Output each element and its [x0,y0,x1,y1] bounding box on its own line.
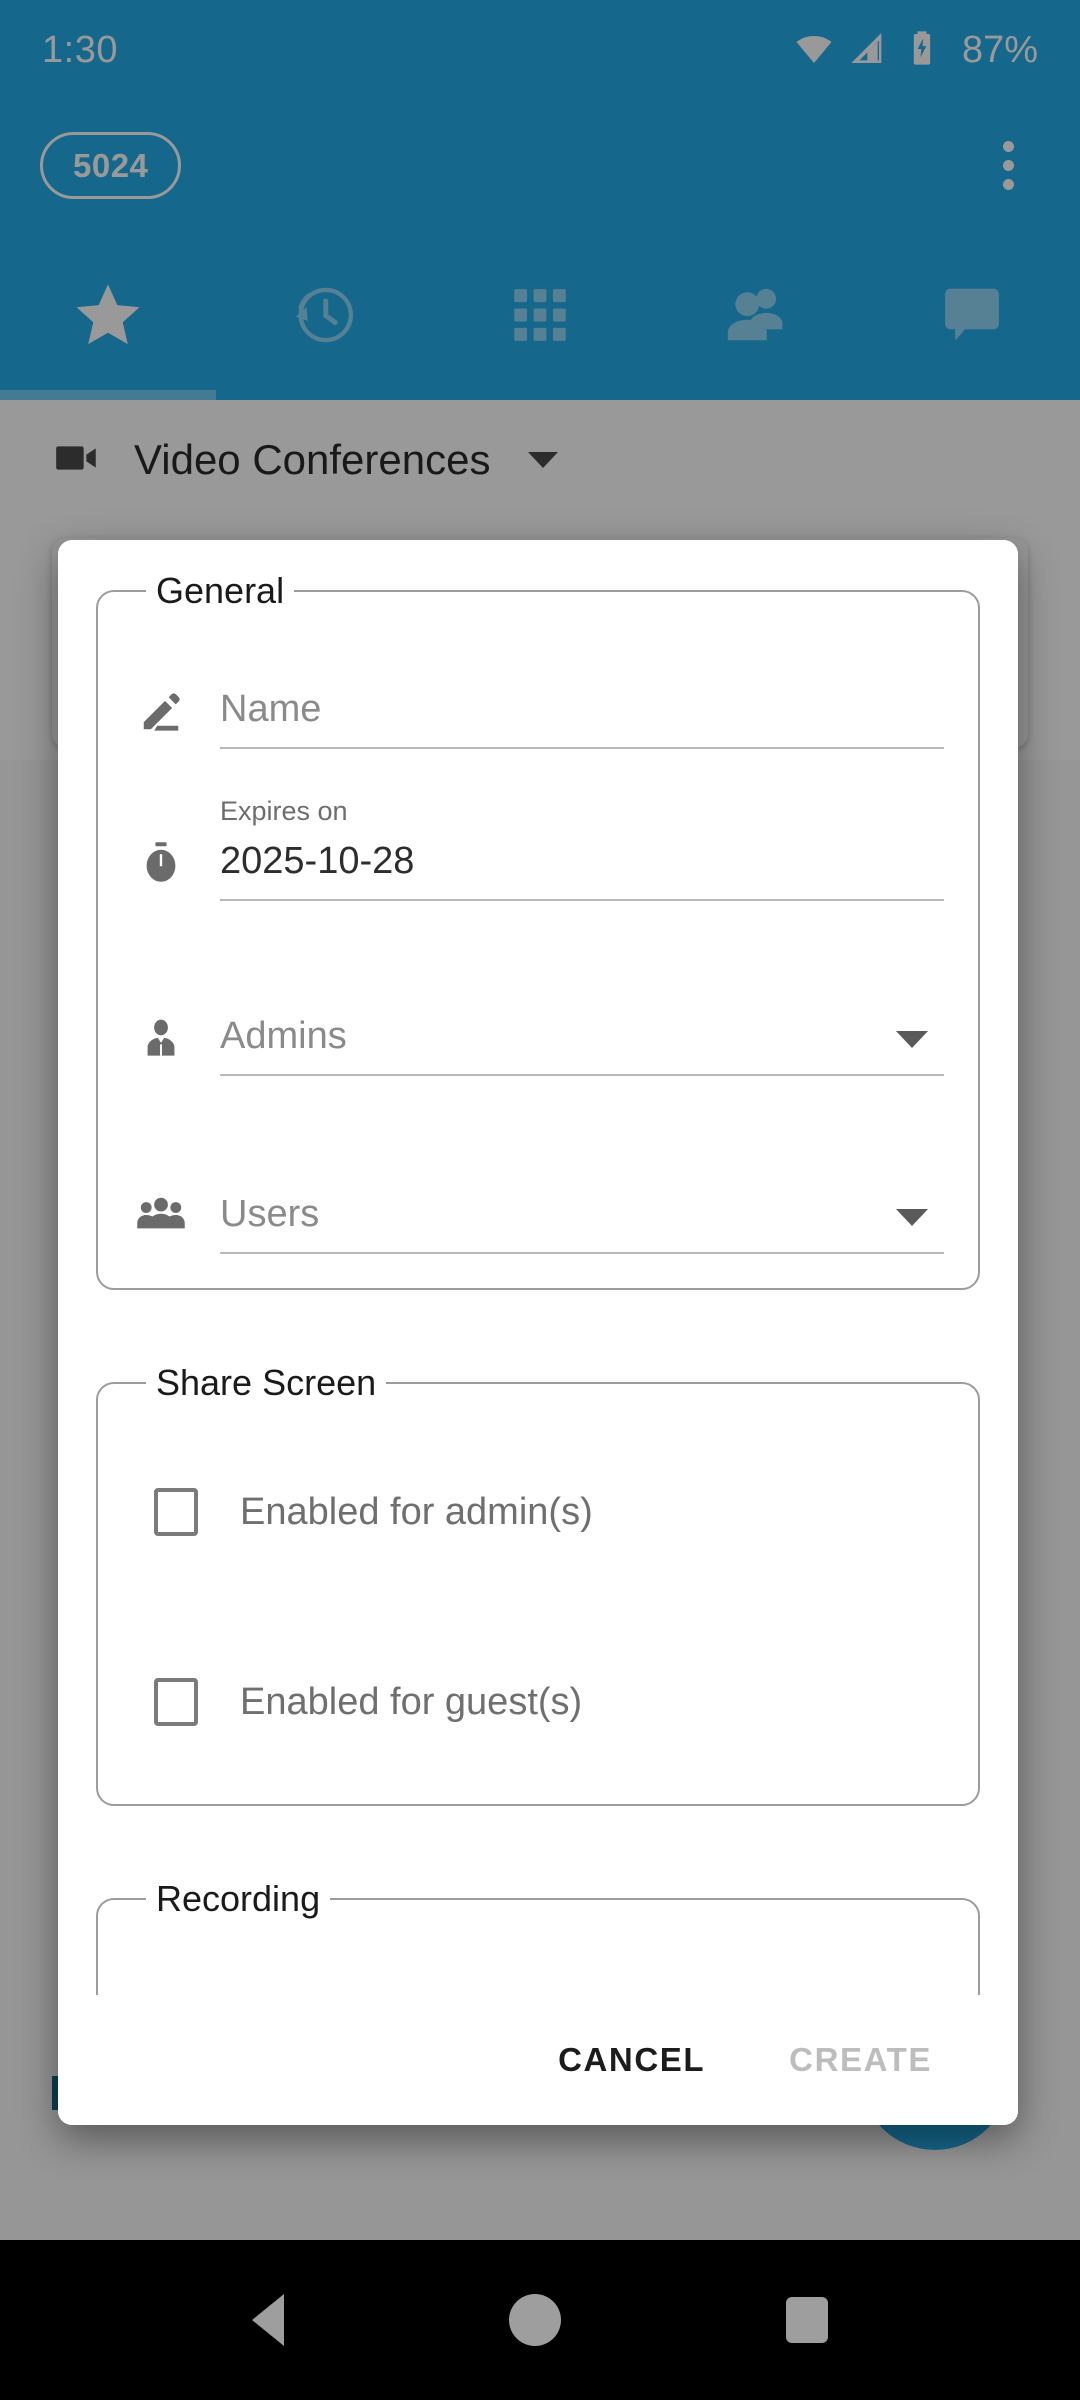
field-expires-on[interactable]: Expires on 2025-10-28 [132,796,944,901]
tab-active-indicator [0,390,216,400]
people-icon [720,279,792,351]
tab-favorites[interactable] [0,230,216,400]
users-select-underline[interactable]: Users [220,1193,944,1254]
checkbox-row-enabled-for-admins[interactable]: Enabled for admin(s) [132,1444,944,1580]
expires-on-label: Expires on [220,796,348,826]
battery-charging-icon [902,28,942,73]
dialog-scroll-area[interactable]: General Name Expires on 2025-10-28 Admin… [58,540,1018,1995]
status-bar-clock: 1:30 [42,28,118,71]
name-input-underline[interactable]: Name [220,688,944,749]
tab-bar [0,230,1080,400]
stopwatch-timer-icon [132,839,190,901]
group-general: General Name Expires on 2025-10-28 Admin… [96,570,980,1290]
group-people-icon [132,1190,190,1254]
admins-select-placeholder: Admins [220,1015,347,1057]
checkbox-enabled-for-admins[interactable] [154,1488,198,1536]
battery-percent-label: 87% [961,28,1038,71]
page-title: Video Conferences [134,436,491,483]
tab-history[interactable] [216,230,432,400]
android-navigation-bar [0,2240,1080,2400]
video-conferences-header[interactable]: Video Conferences [0,400,1080,520]
recents-square-icon[interactable] [785,2297,828,2343]
back-triangle-icon[interactable] [252,2294,285,2346]
more-vert-icon[interactable] [976,133,1040,197]
status-bar: 1:30 87% [0,0,1080,100]
expires-on-input-underline[interactable]: Expires on 2025-10-28 [220,796,944,901]
name-input-placeholder: Name [220,688,322,730]
pencil-edit-icon [132,689,190,749]
checkbox-enabled-for-admins-label: Enabled for admin(s) [240,1490,593,1533]
checkbox-row-enabled-for-guests[interactable]: Enabled for guest(s) [132,1634,944,1770]
create-conference-dialog: General Name Expires on 2025-10-28 Admin… [58,540,1018,2125]
users-select-placeholder: Users [220,1193,320,1235]
app-bar: 5024 [0,100,1080,230]
expires-on-value: 2025-10-28 [220,840,415,882]
tab-dialpad[interactable] [432,230,648,400]
phone-screen: 1:30 87% 5024 Video Conferences General … [0,0,1080,2400]
star-icon [72,279,144,351]
field-admins[interactable]: Admins [132,979,944,1076]
tab-contacts[interactable] [648,230,864,400]
tab-chat[interactable] [864,230,1080,400]
checkbox-enabled-for-guests-label: Enabled for guest(s) [240,1680,583,1723]
chevron-down-icon[interactable] [896,1031,928,1048]
chevron-down-icon[interactable] [528,452,559,468]
home-circle-icon[interactable] [508,2294,561,2346]
chevron-down-icon[interactable] [896,1209,928,1226]
group-recording-legend: Recording [156,1878,321,1919]
group-share-screen: Share Screen Enabled for admin(s) Enable… [96,1362,980,1806]
field-users[interactable]: Users [132,1154,944,1254]
cellular-signal-icon [848,28,888,73]
extension-chip[interactable]: 5024 [40,131,182,199]
group-share-screen-legend: Share Screen [156,1362,377,1403]
history-clock-icon [289,280,359,350]
video-camera-icon [52,433,102,488]
dialpad-grid-icon [509,284,571,346]
cancel-button[interactable]: CANCEL [554,2029,709,2091]
chat-bubble-icon [939,282,1005,348]
wifi-icon [794,28,834,73]
checkbox-enabled-for-guests[interactable] [154,1678,198,1726]
person-tie-icon [132,1016,190,1076]
admins-select-underline[interactable]: Admins [220,1015,944,1076]
create-button[interactable]: CREATE [785,2029,936,2091]
group-recording: Recording [96,1878,980,1995]
field-name[interactable]: Name [132,652,944,749]
status-bar-indicators: 87% [794,28,1038,73]
dialog-action-bar: CANCEL CREATE [58,1995,1018,2125]
group-general-legend: General [156,570,285,611]
